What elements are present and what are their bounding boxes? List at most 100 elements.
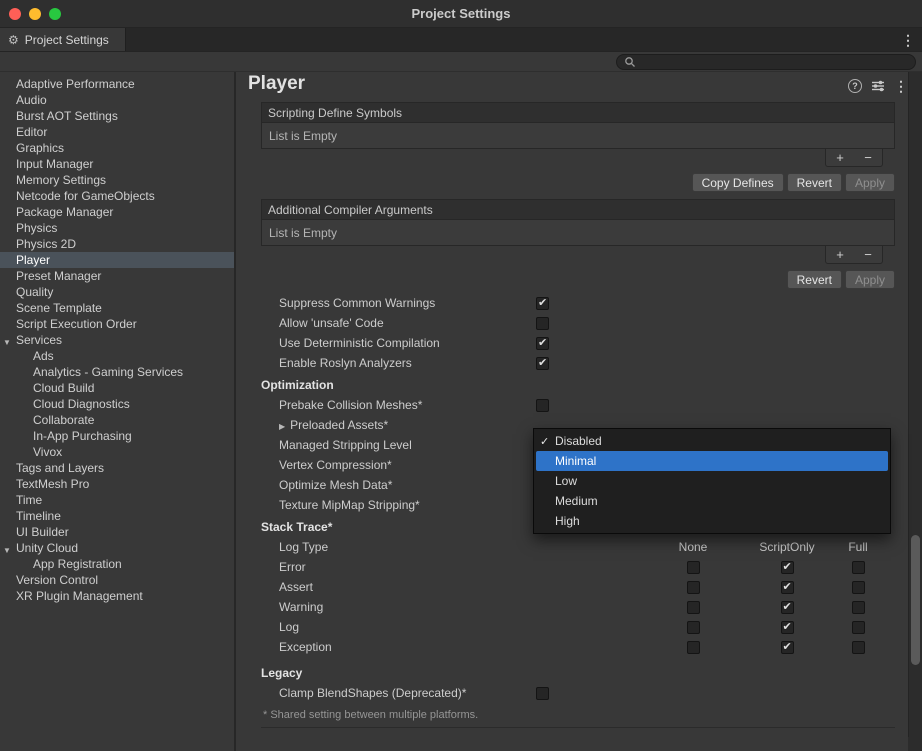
- sidebar-item-textmesh-pro[interactable]: TextMesh Pro: [0, 476, 234, 492]
- vertical-scrollbar[interactable]: [908, 72, 922, 737]
- sidebar-item-label: Physics: [16, 221, 57, 235]
- sidebar-item-package-manager[interactable]: Package Manager: [0, 204, 234, 220]
- checkbox-scriptonly[interactable]: [781, 561, 794, 574]
- remove-item-button[interactable]: −: [854, 247, 882, 263]
- search-input[interactable]: [640, 55, 908, 68]
- sidebar-item-label: Adaptive Performance: [16, 77, 135, 91]
- remove-item-button[interactable]: −: [854, 150, 882, 166]
- dropdown-option-disabled[interactable]: ✓Disabled: [534, 431, 890, 451]
- list-header[interactable]: Additional Compiler Arguments: [262, 200, 894, 220]
- sidebar-item-label: Input Manager: [16, 157, 93, 171]
- traffic-lights: [9, 8, 61, 20]
- sidebar-item-unity-cloud[interactable]: ▼Unity Cloud: [0, 540, 234, 556]
- checkbox-scriptonly[interactable]: [781, 621, 794, 634]
- close-window-button[interactable]: [9, 8, 21, 20]
- sidebar-item-graphics[interactable]: Graphics: [0, 140, 234, 156]
- sidebar-item-label: Analytics - Gaming Services: [33, 365, 183, 379]
- apply-button[interactable]: Apply: [845, 173, 895, 192]
- dropdown-option-medium[interactable]: Medium: [534, 491, 890, 511]
- checkbox-scriptonly[interactable]: [781, 581, 794, 594]
- setting-label: Suppress Common Warnings: [261, 296, 536, 310]
- help-icon[interactable]: ?: [848, 79, 862, 93]
- sidebar-item-collaborate[interactable]: Collaborate: [0, 412, 234, 428]
- sidebar-item-audio[interactable]: Audio: [0, 92, 234, 108]
- checkbox[interactable]: [536, 317, 549, 330]
- checkbox[interactable]: [536, 399, 549, 412]
- checkbox-full[interactable]: [852, 621, 865, 634]
- log-type-header: Log Type: [261, 540, 645, 554]
- revert-button[interactable]: Revert: [787, 173, 842, 192]
- dropdown-option-low[interactable]: Low: [534, 471, 890, 491]
- sidebar-item-player[interactable]: Player: [0, 252, 234, 268]
- checkbox-scriptonly[interactable]: [781, 601, 794, 614]
- settings-sidebar: Adaptive PerformanceAudioBurst AOT Setti…: [0, 72, 236, 751]
- sidebar-item-in-app-purchasing[interactable]: In-App Purchasing: [0, 428, 234, 444]
- checkbox[interactable]: [536, 687, 549, 700]
- sidebar-item-label: Quality: [16, 285, 53, 299]
- checkbox-none[interactable]: [687, 621, 700, 634]
- scrollbar-thumb[interactable]: [911, 535, 920, 665]
- sidebar-item-input-manager[interactable]: Input Manager: [0, 156, 234, 172]
- search-field[interactable]: [616, 54, 916, 70]
- panel-menu-icon[interactable]: ⋮: [894, 79, 908, 93]
- sidebar-item-netcode-for-gameobjects[interactable]: Netcode for GameObjects: [0, 188, 234, 204]
- add-item-button[interactable]: +: [826, 247, 854, 263]
- sidebar-item-physics-2d[interactable]: Physics 2D: [0, 236, 234, 252]
- sidebar-item-scene-template[interactable]: Scene Template: [0, 300, 234, 316]
- sidebar-item-time[interactable]: Time: [0, 492, 234, 508]
- checkbox-full[interactable]: [852, 561, 865, 574]
- tab-project-settings[interactable]: ⚙ Project Settings: [0, 28, 126, 51]
- tab-menu-icon[interactable]: ⋮: [901, 32, 915, 49]
- checkbox-full[interactable]: [852, 601, 865, 614]
- dropdown-option-label: High: [555, 514, 580, 528]
- sidebar-item-label: XR Plugin Management: [16, 589, 143, 603]
- minimize-window-button[interactable]: [29, 8, 41, 20]
- checkbox-full[interactable]: [852, 581, 865, 594]
- sidebar-item-app-registration[interactable]: App Registration: [0, 556, 234, 572]
- sidebar-item-xr-plugin-management[interactable]: XR Plugin Management: [0, 588, 234, 604]
- copy-defines-button[interactable]: Copy Defines: [692, 173, 784, 192]
- column-header-full: Full: [833, 540, 883, 554]
- sidebar-item-editor[interactable]: Editor: [0, 124, 234, 140]
- sidebar-item-tags-and-layers[interactable]: Tags and Layers: [0, 460, 234, 476]
- sidebar-item-preset-manager[interactable]: Preset Manager: [0, 268, 234, 284]
- sidebar-item-version-control[interactable]: Version Control: [0, 572, 234, 588]
- dropdown-option-minimal[interactable]: Minimal: [536, 451, 888, 471]
- add-item-button[interactable]: +: [826, 150, 854, 166]
- sidebar-item-ads[interactable]: Ads: [0, 348, 234, 364]
- sidebar-item-memory-settings[interactable]: Memory Settings: [0, 172, 234, 188]
- zoom-window-button[interactable]: [49, 8, 61, 20]
- stack-trace-row-warning: Warning: [261, 597, 895, 617]
- checkbox-scriptonly[interactable]: [781, 641, 794, 654]
- apply-button[interactable]: Apply: [845, 270, 895, 289]
- sidebar-item-physics[interactable]: Physics: [0, 220, 234, 236]
- presets-icon[interactable]: [871, 79, 885, 93]
- sidebar-item-ui-builder[interactable]: UI Builder: [0, 524, 234, 540]
- sidebar-item-quality[interactable]: Quality: [0, 284, 234, 300]
- dropdown-option-high[interactable]: High: [534, 511, 890, 531]
- list-header[interactable]: Scripting Define Symbols: [262, 103, 894, 123]
- checkbox[interactable]: [536, 337, 549, 350]
- checkbox[interactable]: [536, 297, 549, 310]
- sidebar-item-timeline[interactable]: Timeline: [0, 508, 234, 524]
- checkbox-none[interactable]: [687, 561, 700, 574]
- legacy-section-header: Legacy: [261, 663, 895, 683]
- sidebar-item-vivox[interactable]: Vivox: [0, 444, 234, 460]
- checkbox-full[interactable]: [852, 641, 865, 654]
- checkbox-none[interactable]: [687, 601, 700, 614]
- list-header-label: Scripting Define Symbols: [268, 106, 402, 120]
- revert-button[interactable]: Revert: [787, 270, 842, 289]
- sidebar-item-burst-aot-settings[interactable]: Burst AOT Settings: [0, 108, 234, 124]
- sidebar-item-script-execution-order[interactable]: Script Execution Order: [0, 316, 234, 332]
- sidebar-item-analytics-gaming-services[interactable]: Analytics - Gaming Services: [0, 364, 234, 380]
- foldout-closed-icon[interactable]: ▶: [279, 422, 285, 431]
- scripting-define-symbols-list: Scripting Define Symbols List is Empty: [261, 102, 895, 149]
- checkbox-none[interactable]: [687, 581, 700, 594]
- sidebar-item-services[interactable]: ▼Services: [0, 332, 234, 348]
- checkbox[interactable]: [536, 357, 549, 370]
- checkbox-none[interactable]: [687, 641, 700, 654]
- sidebar-item-cloud-build[interactable]: Cloud Build: [0, 380, 234, 396]
- sidebar-item-adaptive-performance[interactable]: Adaptive Performance: [0, 76, 234, 92]
- sidebar-item-cloud-diagnostics[interactable]: Cloud Diagnostics: [0, 396, 234, 412]
- setting-label: Optimize Mesh Data*: [261, 478, 536, 492]
